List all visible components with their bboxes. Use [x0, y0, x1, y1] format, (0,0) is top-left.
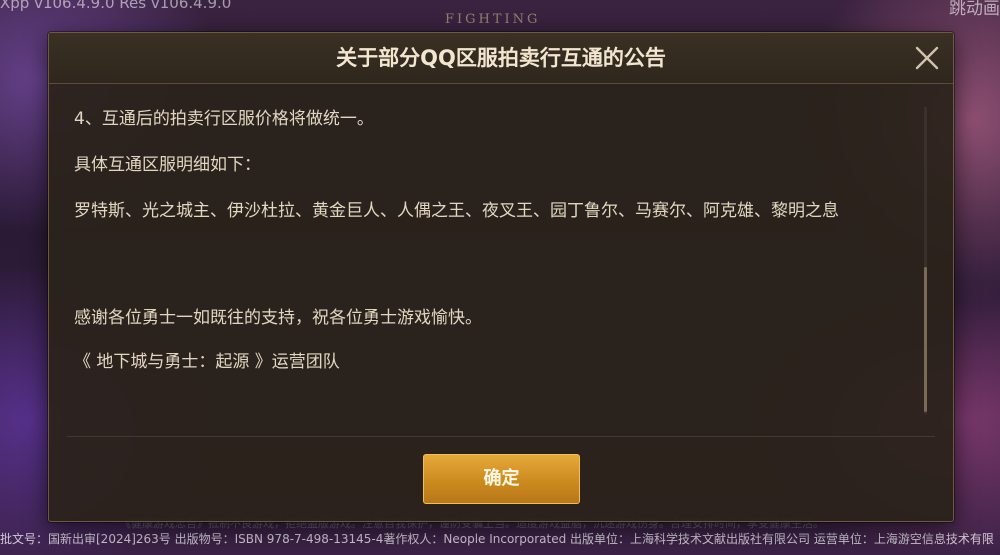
- announcement-content[interactable]: 4、互通后的拍卖行区服价格将做统一。 具体互通区服明细如下： 罗特斯、光之城主、…: [74, 106, 904, 436]
- skip-animation-button[interactable]: 跳动画: [949, 0, 1000, 19]
- server-list-paragraph: 罗特斯、光之城主、伊沙杜拉、黄金巨人、人偶之王、夜叉王、园丁鲁尔、马赛尔、阿克雄…: [74, 201, 839, 221]
- close-icon: [915, 46, 939, 70]
- dialog-divider: [67, 436, 935, 437]
- background-fighting-text: FIGHTING: [445, 12, 541, 27]
- announcement-paragraph: 感谢各位勇士一如既往的支持，祝各位勇士游戏愉快。: [74, 308, 482, 328]
- game-screen: Xpp v106.4.9.0 Res v106.4.9.0 FIGHTING 跳…: [0, 0, 1000, 555]
- scrollbar-thumb[interactable]: [924, 267, 927, 412]
- confirm-button[interactable]: 确定: [423, 454, 580, 504]
- dialog-title: 关于部分QQ区服拍卖行互通的公告: [336, 46, 666, 70]
- announcement-dialog: 关于部分QQ区服拍卖行互通的公告 4、互通后的拍卖行区服价格将做统一。 具体互通…: [48, 32, 954, 522]
- scrollbar[interactable]: [924, 107, 927, 414]
- announcement-signature: 《 地下城与勇士：起源 》运营团队: [74, 352, 340, 372]
- announcement-paragraph: 4、互通后的拍卖行区服价格将做统一。: [74, 109, 374, 129]
- announcement-paragraph: 具体互通区服明细如下：: [74, 155, 261, 175]
- license-footer: 批文号：国新出审[2024]263号 出版物号：ISBN 978-7-498-1…: [0, 532, 994, 546]
- dialog-header: 关于部分QQ区服拍卖行互通的公告: [49, 33, 953, 84]
- close-button[interactable]: [911, 42, 943, 74]
- version-label: Xpp v106.4.9.0 Res v106.4.9.0: [0, 0, 232, 12]
